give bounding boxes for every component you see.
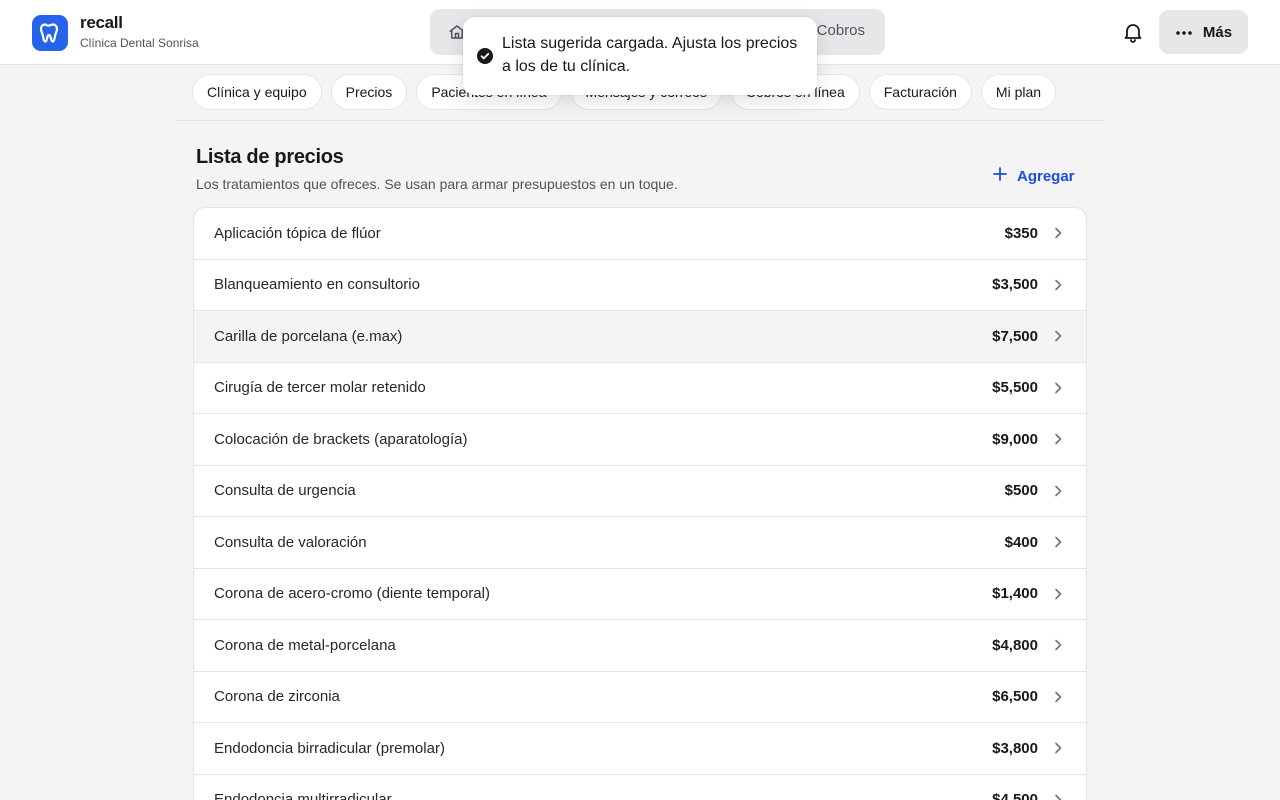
chevron-right-icon (1050, 689, 1066, 705)
treatment-price: $3,800 (992, 739, 1038, 757)
success-toast: Lista sugerida cargada. Ajusta los preci… (463, 17, 817, 95)
chevron-right-icon (1050, 225, 1066, 241)
chevron-right-icon (1050, 483, 1066, 499)
more-button[interactable]: Más (1159, 10, 1248, 54)
page-subtitle: Los tratamientos que ofreces. Se usan pa… (196, 176, 678, 192)
nav-item-cobros[interactable]: Cobros (817, 22, 865, 39)
list-item[interactable]: Endodoncia multirradicular $4,500 (194, 775, 1086, 800)
chevron-right-icon (1050, 431, 1066, 447)
treatment-price: $6,500 (992, 688, 1038, 706)
list-item[interactable]: Aplicación tópica de flúor $350 (194, 208, 1086, 260)
list-item[interactable]: Consulta de valoración $400 (194, 517, 1086, 569)
price-list: Aplicación tópica de flúor $350 Blanqueam… (193, 207, 1087, 800)
treatment-name: Cirugía de tercer molar retenido (214, 379, 426, 397)
list-item[interactable]: Corona de acero-cromo (diente temporal) $… (194, 569, 1086, 620)
treatment-name: Blanqueamiento en consultorio (214, 276, 420, 294)
check-circle-icon (477, 48, 493, 69)
toast-message: Lista sugerida cargada. Ajusta los preci… (502, 35, 798, 75)
tab-clinica-y-equipo[interactable]: Clínica y equipo (192, 74, 322, 110)
tooth-logo-icon (32, 14, 68, 51)
treatment-price: $1,400 (992, 585, 1038, 603)
more-label: Más (1202, 23, 1233, 41)
add-treatment-button[interactable]: Agregar (992, 166, 1075, 186)
list-item[interactable]: Cirugía de tercer molar retenido $5,500 (194, 363, 1086, 414)
clinic-name: Clínica Dental Sonrisa (80, 36, 199, 50)
plus-icon (992, 166, 1008, 186)
list-item[interactable]: Colocación de brackets (aparatología) $9,… (194, 414, 1086, 466)
treatment-name: Endodoncia multirradicular (214, 791, 392, 800)
treatment-name: Consulta de valoración (214, 533, 367, 551)
treatment-price: $3,500 (992, 276, 1038, 294)
treatment-name: Corona de zirconia (214, 688, 340, 706)
treatment-name: Consulta de urgencia (214, 482, 356, 500)
list-item[interactable]: Corona de metal-porcelana $4,800 (194, 620, 1086, 672)
brand-name: recall (80, 13, 123, 32)
chevron-right-icon (1050, 586, 1066, 602)
tab-facturacion[interactable]: Facturación (868, 74, 972, 110)
chevron-right-icon (1050, 637, 1066, 653)
chevron-right-icon (1050, 380, 1066, 396)
treatment-price: $9,000 (992, 430, 1038, 448)
treatment-price: $500 (1004, 482, 1038, 500)
treatment-name: Colocación de brackets (aparatología) (214, 430, 468, 448)
treatment-price: $4,500 (992, 791, 1038, 800)
tab-mi-plan[interactable]: Mi plan (980, 74, 1057, 110)
list-item[interactable]: Carilla de porcelana (e.max) $7,500 (194, 311, 1086, 363)
list-item[interactable]: Corona de zirconia $6,500 (194, 672, 1086, 723)
treatment-price: $350 (1004, 224, 1038, 242)
add-label: Agregar (1017, 167, 1075, 185)
page-title: Lista de precios (196, 146, 344, 168)
chevron-right-icon (1050, 328, 1066, 344)
treatment-name: Aplicación tópica de flúor (214, 224, 381, 242)
treatment-name: Corona de acero-cromo (diente temporal) (214, 585, 490, 603)
ellipsis-icon (1175, 23, 1193, 41)
brand[interactable]: recall Clínica Dental Sonrisa (32, 14, 199, 51)
list-item[interactable]: Endodoncia birradicular (premolar) $3,800 (194, 723, 1086, 775)
treatment-price: $7,500 (992, 327, 1038, 345)
tabs-divider (176, 120, 1104, 121)
treatment-name: Endodoncia birradicular (premolar) (214, 739, 445, 757)
chevron-right-icon (1050, 534, 1066, 550)
treatment-name: Corona de metal-porcelana (214, 636, 396, 654)
chevron-right-icon (1050, 277, 1066, 293)
list-item[interactable]: Blanqueamiento en consultorio $3,500 (194, 260, 1086, 311)
treatment-price: $400 (1004, 533, 1038, 551)
treatment-price: $4,800 (992, 636, 1038, 654)
chevron-right-icon (1050, 792, 1066, 800)
bell-icon[interactable] (1121, 20, 1145, 49)
treatment-price: $5,500 (992, 379, 1038, 397)
list-item[interactable]: Consulta de urgencia $500 (194, 466, 1086, 517)
chevron-right-icon (1050, 740, 1066, 756)
treatment-name: Carilla de porcelana (e.max) (214, 327, 403, 345)
tab-precios[interactable]: Precios (330, 74, 408, 110)
